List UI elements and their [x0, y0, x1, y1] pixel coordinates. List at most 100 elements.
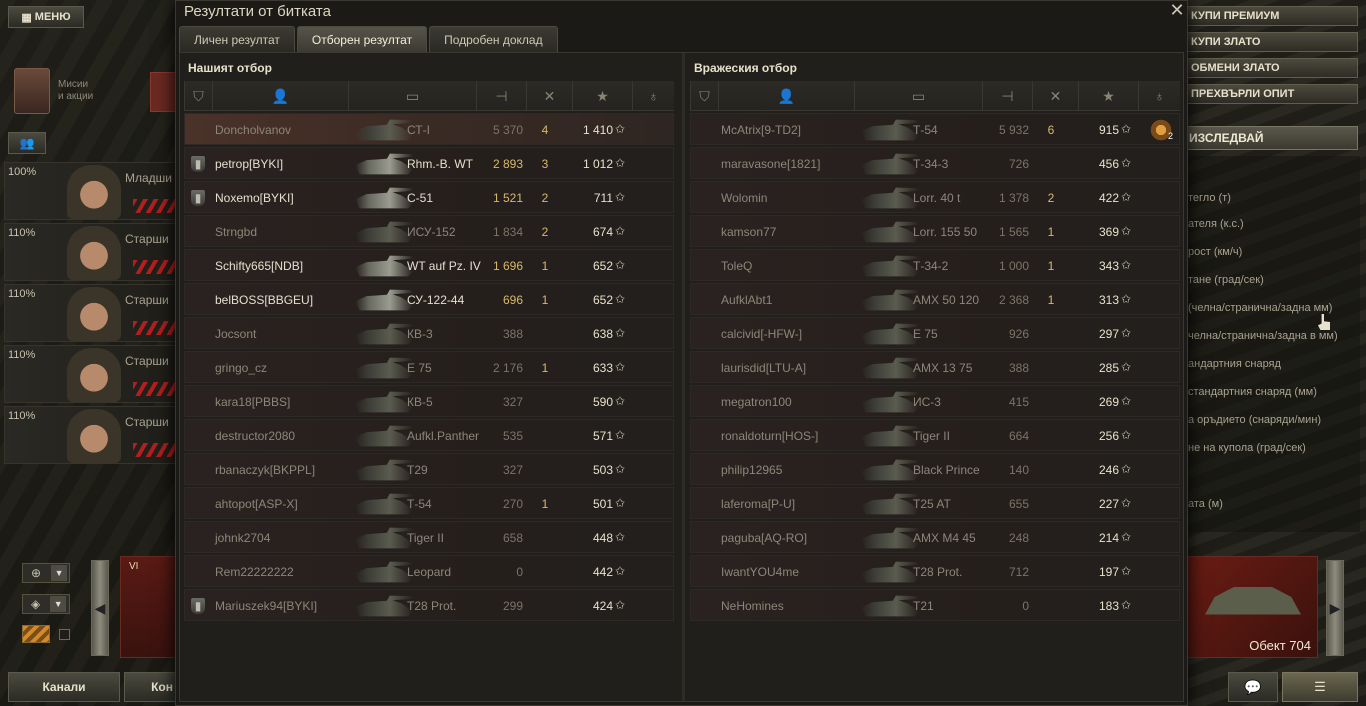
vehicle-name: T28 Prot. — [407, 599, 457, 613]
player-row[interactable]: ahtopot[ASP-X] Т-54 270 1 501 ✩ — [184, 487, 674, 519]
server-select[interactable]: ⊕ ▼ — [22, 563, 70, 583]
player-row[interactable]: NeHomines T21 0 183 ✩ — [690, 589, 1180, 621]
player-column-icon[interactable]: 👤 — [212, 81, 348, 111]
camo-toggle-button[interactable] — [22, 625, 50, 643]
platoon-column-icon[interactable]: ⛉ — [690, 81, 718, 111]
xp-value: 227 — [1098, 497, 1119, 511]
xp-column-icon[interactable]: ★ — [1078, 81, 1138, 111]
missions-button[interactable]: Мисии и акции — [14, 66, 188, 116]
player-row[interactable]: laurisdid[LTU-A] AMX 13 75 388 285 ✩ — [690, 351, 1180, 383]
xp-star-icon: ✩ — [615, 122, 626, 136]
medal-column-icon[interactable]: ♁ — [632, 81, 674, 111]
player-row[interactable]: ToleQ Т-34-2 1 000 1 343 ✩ — [690, 249, 1180, 281]
filter-checkbox[interactable] — [59, 629, 70, 640]
player-column-icon[interactable]: 👤 — [718, 81, 854, 111]
xp-value: 183 — [1098, 599, 1119, 613]
kills-value: 1 — [1047, 293, 1055, 307]
vehicle-icon — [355, 425, 413, 447]
vehicle-name: КВ-5 — [407, 395, 433, 409]
damage-column-icon[interactable]: ⊣ — [476, 81, 526, 111]
xp-value: 1 410 — [582, 123, 613, 137]
player-name: Wolomin — [721, 191, 768, 205]
crew-member[interactable]: 100% Младши — [4, 162, 177, 220]
close-icon[interactable]: ✕ — [1168, 1, 1186, 19]
player-row[interactable]: megatron100 ИС-3 415 269 ✩ — [690, 385, 1180, 417]
player-row[interactable]: ▮ Mariuszek94[BYKI] T28 Prot. 299 424 ✩ — [184, 589, 674, 621]
vehicle-column-icon[interactable]: ▭ — [348, 81, 476, 111]
kills-column-icon[interactable]: ✕ — [1032, 81, 1078, 111]
damage-value: 926 — [1008, 327, 1029, 341]
player-row[interactable]: philip12965 Black Prince 140 246 ✩ — [690, 453, 1180, 485]
crew-member[interactable]: 110% Старши — [4, 284, 177, 342]
damage-column-icon[interactable]: ⊣ — [982, 81, 1032, 111]
player-row[interactable]: calcivid[-HFW-] E 75 926 297 ✩ — [690, 317, 1180, 349]
player-row[interactable]: maravasone[1821] Т-34-3 726 456 ✩ — [690, 147, 1180, 179]
hangar-action-button[interactable]: ПРЕХВЪРЛИ ОПИТ — [1184, 84, 1358, 104]
vehicle-icon — [355, 595, 413, 617]
crew-toggle-button[interactable]: 👥 — [8, 132, 46, 154]
menu-button[interactable]: ▦ МЕНЮ — [8, 6, 84, 28]
notifications-button[interactable]: ☰ — [1282, 672, 1358, 702]
player-row[interactable]: destructor2080 Aufkl.Panther 535 571 ✩ — [184, 419, 674, 451]
hangar-action-button[interactable]: ОБМЕНИ ЗЛАТО — [1184, 58, 1358, 78]
player-row[interactable]: ronaldoturn[HOS-] Tiger II 664 256 ✩ — [690, 419, 1180, 451]
xp-star-icon: ✩ — [615, 564, 626, 578]
tab-detailed-report[interactable]: Подробен доклад — [429, 26, 558, 52]
chevron-down-icon: ▼ — [51, 565, 68, 581]
player-row[interactable]: Strngbd ИСУ-152 1 834 2 674 ✩ — [184, 215, 674, 247]
player-row[interactable]: kara18[PBBS] КВ-5 327 590 ✩ — [184, 385, 674, 417]
tank-card-selected[interactable]: Обект 704 — [1186, 556, 1318, 658]
player-name: laferoma[P-U] — [721, 497, 796, 511]
xp-column-icon[interactable]: ★ — [572, 81, 632, 111]
tab-team-result[interactable]: Отборен резултат — [296, 26, 428, 52]
tab-personal-result[interactable]: Личен резултат — [179, 26, 295, 52]
crew-member[interactable]: 110% Старши — [4, 345, 177, 403]
vehicle-name: ИС-3 — [913, 395, 941, 409]
tank-card-left[interactable]: VI — [120, 556, 176, 658]
contacts-button[interactable]: Кон — [124, 672, 176, 702]
damage-value: 1 378 — [998, 191, 1029, 205]
achievement-medal-icon[interactable]: 2 — [1149, 118, 1173, 142]
crew-rank: Старши — [125, 232, 169, 246]
platoon-column-icon[interactable]: ⛉ — [184, 81, 212, 111]
player-row[interactable]: ▮ petrop[BYKI] Rhm.-B. WT 2 893 3 1 012 ✩ — [184, 147, 674, 179]
crew-member[interactable]: 110% Старши — [4, 406, 177, 464]
kills-column-icon[interactable]: ✕ — [526, 81, 572, 111]
player-row[interactable]: Doncholvanov СТ-I 5 370 4 1 410 ✩ — [184, 113, 674, 145]
xp-star-icon: ✩ — [1121, 326, 1132, 340]
player-row[interactable]: paguba[AQ-RO] AMX M4 45 248 214 ✩ — [690, 521, 1180, 553]
crew-rank: Младши — [125, 171, 173, 185]
player-row[interactable]: ▮ Noxemo[BYKI] С-51 1 521 2 711 ✩ — [184, 181, 674, 213]
player-row[interactable]: AufklAbt1 AMX 50 120 2 368 1 313 ✩ — [690, 283, 1180, 315]
platoon-badge-icon: ▮ — [191, 156, 205, 172]
player-row[interactable]: kamson77 Lorr. 155 50 1 565 1 369 ✩ — [690, 215, 1180, 247]
carousel-scroll-right[interactable]: ▶ — [1326, 560, 1344, 656]
player-row[interactable]: johnk2704 Tiger II 658 448 ✩ — [184, 521, 674, 553]
medal-column-icon[interactable]: ♁ — [1138, 81, 1180, 111]
player-row[interactable]: Jocsont КВ-3 388 638 ✩ — [184, 317, 674, 349]
xp-star-icon: ✩ — [1121, 428, 1132, 442]
player-row[interactable]: Schifty665[NDB] WT auf Pz. IV 1 696 1 652 ✩ — [184, 249, 674, 281]
channels-button[interactable]: Канали — [8, 672, 120, 702]
player-row[interactable]: Rem22222222 Leopard 0 442 ✩ — [184, 555, 674, 587]
carousel-scroll-left[interactable]: ◀ — [91, 560, 109, 656]
vehicle-icon — [861, 255, 919, 277]
player-row[interactable]: rbanaczyk[BKPPL] T29 327 503 ✩ — [184, 453, 674, 485]
hangar-action-button[interactable]: КУПИ ЗЛАТО — [1184, 32, 1358, 52]
research-button[interactable]: ИЗСЛЕДВАЙ — [1184, 126, 1358, 150]
player-row[interactable]: laferoma[P-U] T25 AT 655 227 ✩ — [690, 487, 1180, 519]
player-row[interactable]: belBOSS[BBGEU] СУ-122-44 696 1 652 ✩ — [184, 283, 674, 315]
player-row[interactable]: gringo_cz E 75 2 176 1 633 ✩ — [184, 351, 674, 383]
vehicle-filter-select[interactable]: ◈ ▼ — [22, 594, 70, 614]
vehicle-column-icon[interactable]: ▭ — [854, 81, 982, 111]
damage-value: 327 — [502, 395, 523, 409]
crew-member[interactable]: 110% Старши — [4, 223, 177, 281]
player-row[interactable]: Wolomin Lorr. 40 t 1 378 2 422 ✩ — [690, 181, 1180, 213]
player-name: philip12965 — [721, 463, 783, 477]
vehicle-name: AMX 13 75 — [913, 361, 973, 375]
player-row[interactable]: IwantYOU4me T28 Prot. 712 197 ✩ — [690, 555, 1180, 587]
chat-button[interactable]: 💬 — [1228, 672, 1278, 702]
hangar-action-button[interactable]: КУПИ ПРЕМИУМ — [1184, 6, 1358, 26]
crew-portrait — [67, 348, 121, 402]
player-row[interactable]: McAtrix[9-TD2] Т-54 5 932 6 915 ✩ 2 — [690, 113, 1180, 145]
